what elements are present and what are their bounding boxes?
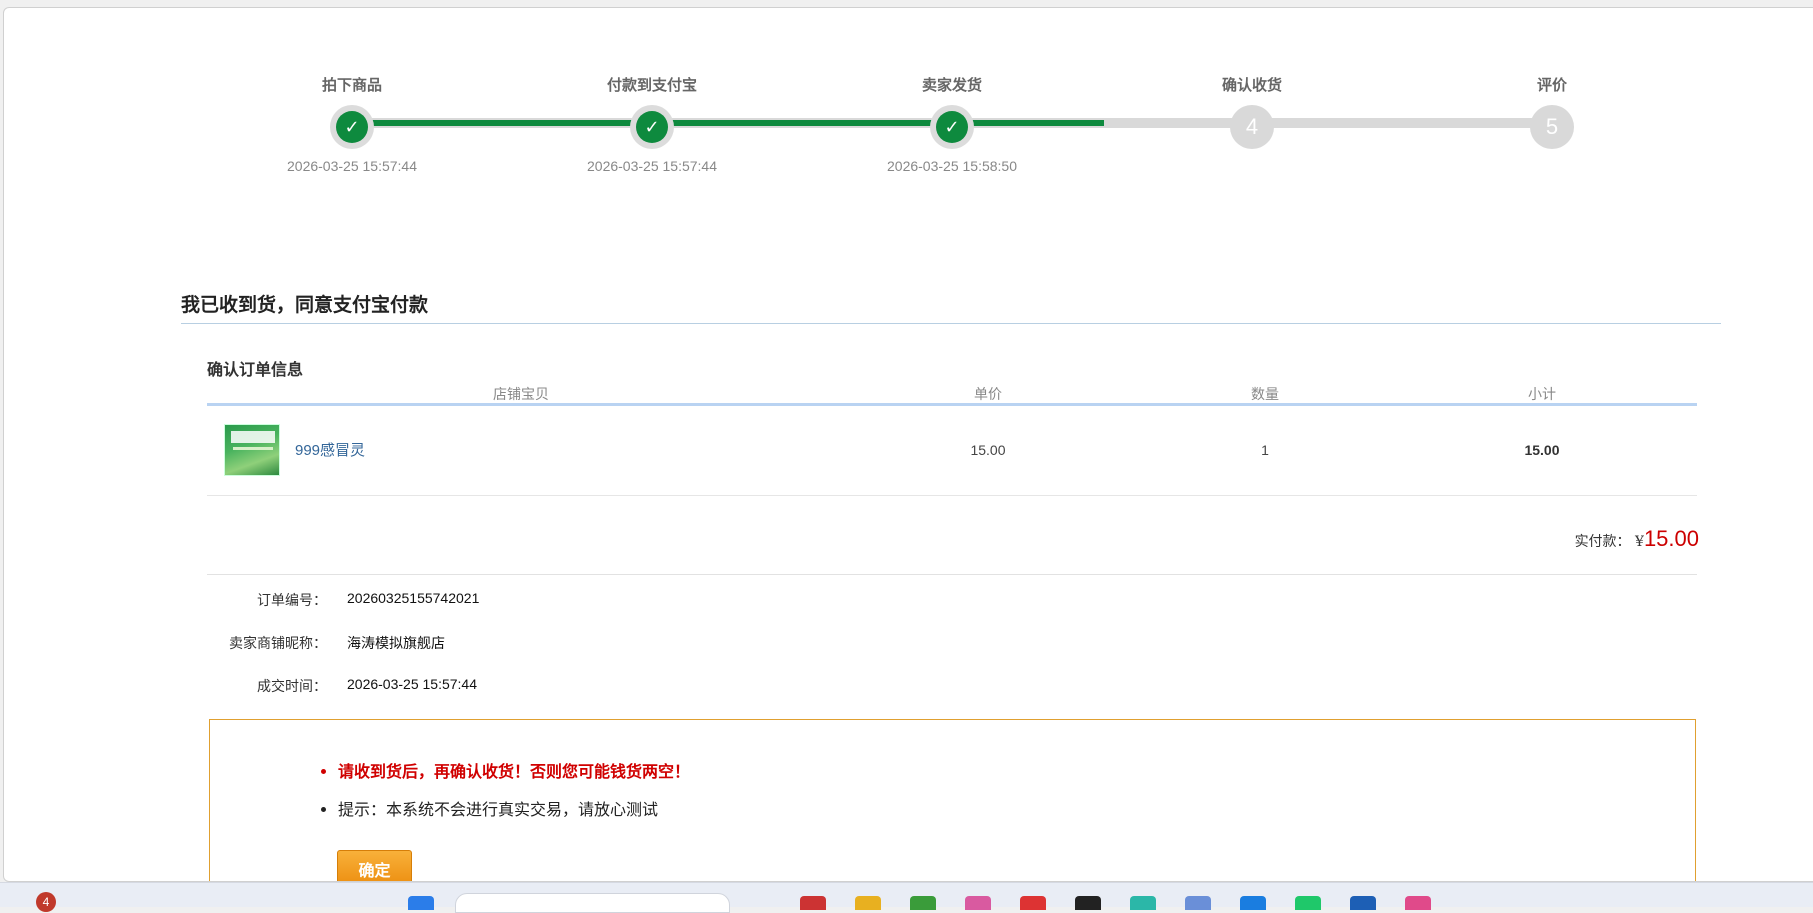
notice-list: 请收到货后，再确认收货！否则您可能钱货两空！ 提示：本系统不会进行真实交易，请放… bbox=[338, 758, 690, 834]
table-row: 999感冒灵 15.00 1 15.00 bbox=[207, 406, 1697, 496]
app-icon[interactable] bbox=[1405, 896, 1431, 910]
page-title: 我已收到货，同意支付宝付款 bbox=[181, 294, 429, 316]
app-icon[interactable] bbox=[1350, 896, 1376, 910]
browser-window: 拍下商品 ✓ 2026-03-25 15:57:44 付款到支付宝 ✓ 2026… bbox=[3, 7, 1813, 882]
currency-symbol: ¥ bbox=[1635, 534, 1644, 550]
browser-icon[interactable] bbox=[910, 896, 936, 910]
step-time: 2026-03-25 15:58:50 bbox=[887, 158, 1017, 174]
app-icon[interactable] bbox=[1185, 896, 1211, 910]
step-time: 2026-03-25 15:57:44 bbox=[587, 158, 717, 174]
step-circle: ✓ bbox=[630, 105, 674, 149]
folder-icon[interactable] bbox=[855, 896, 881, 910]
edge-icon[interactable] bbox=[1130, 896, 1156, 910]
divider bbox=[181, 323, 1721, 324]
info-key: 订单编号： bbox=[257, 593, 327, 609]
quantity: 1 bbox=[1261, 442, 1269, 458]
product-name-link[interactable]: 999感冒灵 bbox=[295, 439, 365, 460]
check-icon: ✓ bbox=[336, 111, 368, 143]
warning-text: 请收到货后，再确认收货！否则您可能钱货两空！ bbox=[338, 758, 690, 782]
app-icon[interactable] bbox=[1020, 896, 1046, 910]
unit-price: 15.00 bbox=[970, 442, 1006, 458]
column-header-item: 店铺宝贝 bbox=[493, 387, 549, 403]
wechat-icon[interactable] bbox=[1295, 896, 1321, 910]
taskbar-search[interactable] bbox=[455, 893, 730, 913]
info-key: 成交时间： bbox=[257, 679, 327, 695]
step-number: 4 bbox=[1230, 105, 1274, 149]
step-number: 5 bbox=[1530, 105, 1574, 149]
product-thumbnail[interactable] bbox=[224, 424, 280, 476]
info-key: 卖家商铺昵称： bbox=[229, 636, 327, 652]
order-section-title: 确认订单信息 bbox=[207, 360, 304, 379]
step-circle: ✓ bbox=[930, 105, 974, 149]
paid-label: 实付款： bbox=[1574, 534, 1631, 550]
seller-name: 海涛模拟旗舰店 bbox=[347, 635, 445, 651]
app-icon[interactable] bbox=[1240, 896, 1266, 910]
subtotal: 15.00 bbox=[1524, 442, 1560, 458]
step-label: 付款到支付宝 bbox=[606, 76, 697, 94]
order-progress: 拍下商品 ✓ 2026-03-25 15:57:44 付款到支付宝 ✓ 2026… bbox=[4, 8, 1813, 208]
paid-value: 15.00 bbox=[1643, 526, 1699, 551]
divider bbox=[207, 574, 1697, 575]
tip-text: 提示：本系统不会进行真实交易，请放心测试 bbox=[338, 796, 690, 820]
step-circle: ✓ bbox=[330, 105, 374, 149]
order-number: 20260325155742021 bbox=[347, 590, 480, 606]
confirm-button[interactable]: 确定 bbox=[337, 850, 412, 881]
column-header-price: 单价 bbox=[974, 387, 1002, 403]
check-icon: ✓ bbox=[636, 111, 668, 143]
column-header-quantity: 数量 bbox=[1251, 387, 1279, 403]
deal-time: 2026-03-25 15:57:44 bbox=[347, 676, 477, 692]
step-label: 拍下商品 bbox=[321, 76, 382, 94]
step-time: 2026-03-25 15:57:44 bbox=[287, 158, 417, 174]
step-label: 确认收货 bbox=[1221, 76, 1282, 94]
step-label: 评价 bbox=[1536, 76, 1567, 94]
check-icon: ✓ bbox=[936, 111, 968, 143]
windows-start-icon[interactable] bbox=[408, 896, 434, 910]
step-label: 卖家发货 bbox=[921, 76, 982, 94]
progress-fill bbox=[349, 120, 1104, 126]
notice-box: 请收到货后，再确认收货！否则您可能钱货两空！ 提示：本系统不会进行真实交易，请放… bbox=[209, 719, 1696, 881]
taskbar: 4 bbox=[0, 882, 1813, 913]
paid-amount: 实付款： ¥15.00 bbox=[1575, 526, 1699, 552]
column-header-subtotal: 小计 bbox=[1528, 387, 1556, 403]
app-icon[interactable] bbox=[800, 896, 826, 910]
notification-badge[interactable]: 4 bbox=[36, 892, 56, 912]
app-icon[interactable] bbox=[965, 896, 991, 910]
terminal-icon[interactable] bbox=[1075, 896, 1101, 910]
